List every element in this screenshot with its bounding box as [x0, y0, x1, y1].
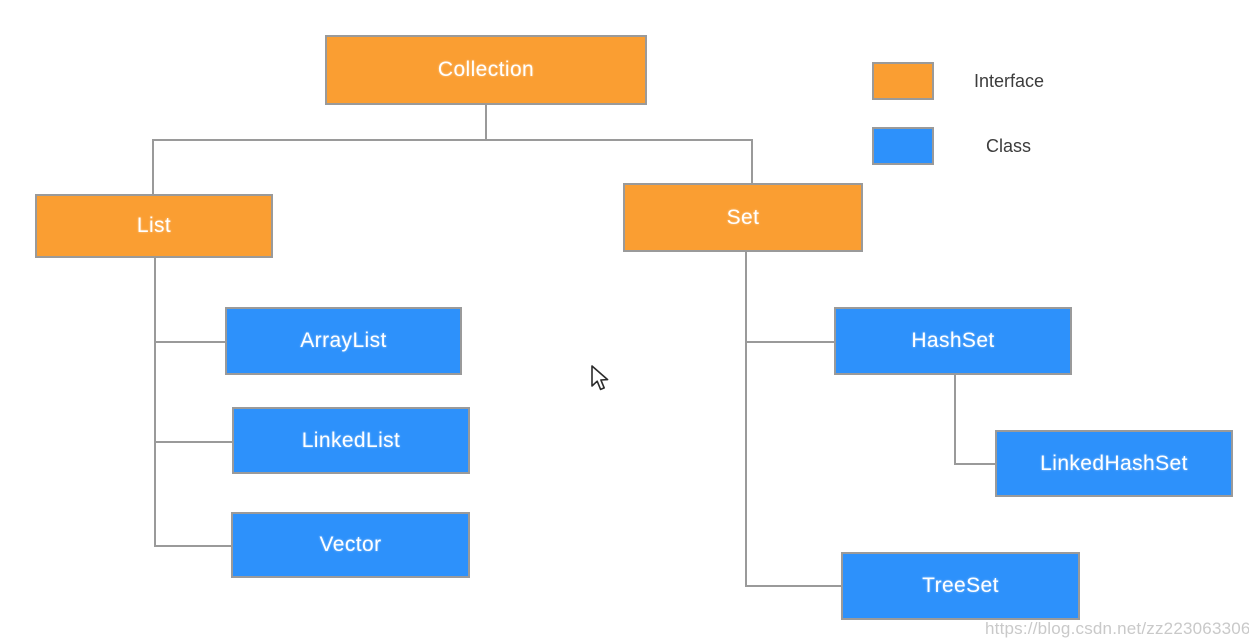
- node-collection[interactable]: Collection: [325, 35, 647, 105]
- legend-swatch-interface: [872, 62, 934, 100]
- connector-collection-stem: [485, 105, 487, 141]
- connector-set-to-treeset: [745, 585, 843, 587]
- node-label: LinkedList: [301, 428, 401, 452]
- node-set[interactable]: Set: [623, 183, 863, 252]
- node-arraylist[interactable]: ArrayList: [225, 307, 462, 375]
- node-label: TreeSet: [922, 574, 999, 597]
- node-label: Vector: [319, 533, 382, 556]
- node-label: Set: [726, 205, 760, 229]
- connector-collection-crossbar: [152, 139, 753, 141]
- node-label: HashSet: [911, 329, 995, 352]
- connector-list-to-arraylist: [154, 341, 227, 343]
- node-linkedhashset[interactable]: LinkedHashSet: [995, 430, 1233, 497]
- node-linkedlist[interactable]: LinkedList: [232, 407, 470, 474]
- node-hashset[interactable]: HashSet: [834, 307, 1072, 375]
- mouse-cursor-arrow-icon: [590, 364, 612, 394]
- node-label: List: [136, 214, 172, 237]
- node-treeset[interactable]: TreeSet: [841, 552, 1080, 620]
- connector-list-to-linkedlist: [154, 441, 234, 443]
- node-label: LinkedHashSet: [1040, 451, 1188, 475]
- connector-list-trunk: [154, 258, 156, 547]
- connector-list-to-vector: [154, 545, 233, 547]
- connector-hashset-to-linkedhashset: [954, 463, 997, 465]
- node-vector[interactable]: Vector: [231, 512, 470, 578]
- connector-hashset-drop: [954, 375, 956, 464]
- legend-label-interface: Interface: [974, 71, 1045, 91]
- connector-set-trunk: [745, 252, 747, 587]
- connector-collection-to-set-drop: [751, 139, 753, 185]
- node-list[interactable]: List: [35, 194, 273, 258]
- connector-collection-to-list-drop: [152, 139, 154, 196]
- watermark-text: https://blog.csdn.net/zz2230633069: [985, 619, 1249, 638]
- node-label: Collection: [437, 58, 535, 81]
- node-label: ArrayList: [300, 329, 387, 352]
- legend-swatch-class: [872, 127, 934, 165]
- collection-hierarchy-diagram: Collection List Set ArrayList LinkedList Vect…: [0, 0, 1249, 644]
- connector-set-to-hashset: [745, 341, 836, 343]
- legend-label-class: Class: [986, 136, 1032, 156]
